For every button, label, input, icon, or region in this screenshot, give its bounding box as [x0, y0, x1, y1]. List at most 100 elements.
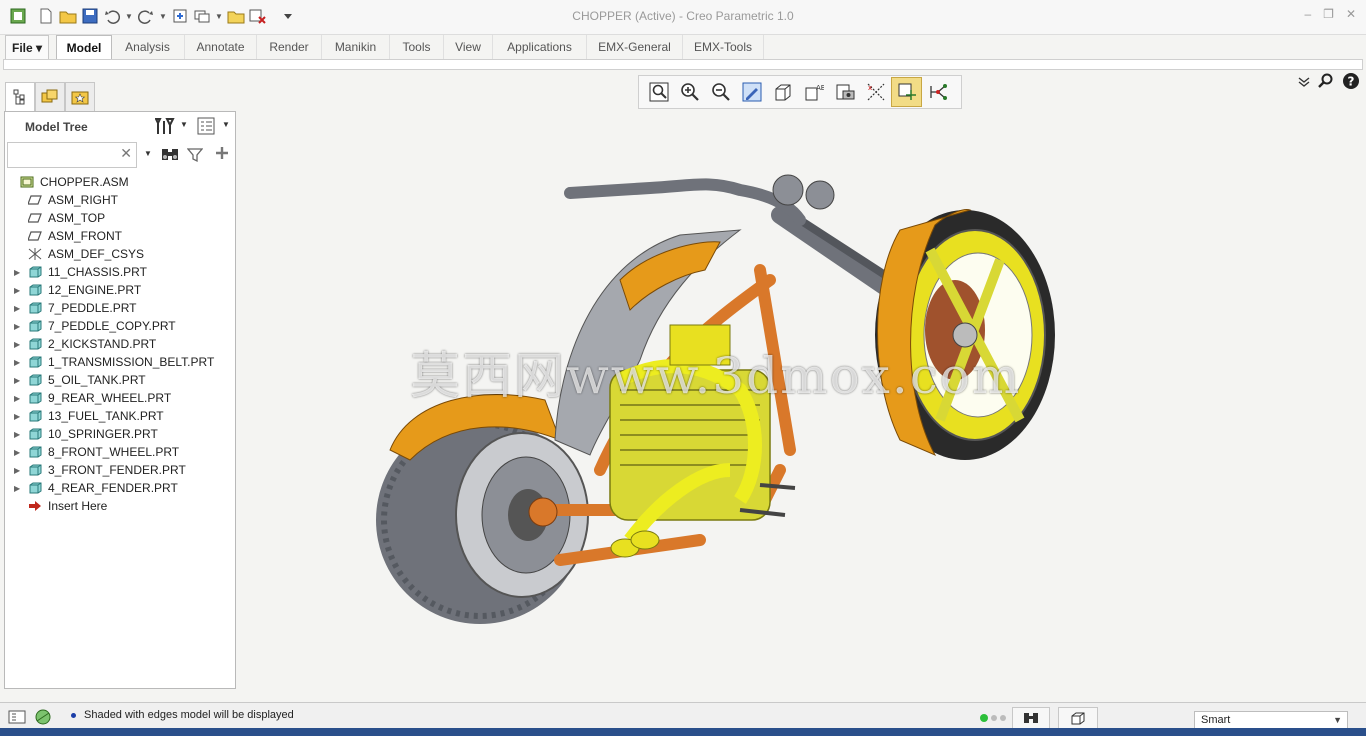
expand-icon[interactable]: ▶ — [14, 358, 24, 367]
expand-icon[interactable]: ▶ — [14, 466, 24, 475]
tree-item[interactable]: ▶ 9_REAR_WHEEL.PRT — [5, 389, 235, 407]
show-navigator-icon[interactable] — [8, 709, 26, 728]
tree-item-label: 7_PEDDLE.PRT — [48, 301, 137, 315]
minimize-ribbon-icon[interactable] — [1298, 75, 1310, 90]
add-column-icon[interactable] — [215, 146, 229, 163]
close-icon[interactable]: ✕ — [1346, 7, 1356, 21]
view-manager-icon[interactable] — [829, 77, 860, 107]
part-icon — [28, 266, 42, 278]
tab-manikin[interactable]: Manikin — [322, 35, 390, 59]
expand-icon[interactable]: ▶ — [14, 286, 24, 295]
show-icon[interactable] — [197, 117, 215, 138]
tree-item[interactable]: Insert Here — [5, 497, 235, 515]
expand-icon[interactable]: ▶ — [14, 322, 24, 331]
tree-item-label: 3_FRONT_FENDER.PRT — [48, 463, 186, 477]
minimize-icon[interactable]: – — [1304, 7, 1311, 21]
help-icon[interactable]: ? — [1342, 72, 1360, 93]
tab-applications[interactable]: Applications — [493, 35, 587, 59]
tree-item-label: ASM_TOP — [48, 211, 106, 225]
expand-icon[interactable]: ▶ — [14, 448, 24, 457]
ribbon-body — [3, 59, 1363, 70]
tree-item-label: 5_OIL_TANK.PRT — [48, 373, 146, 387]
tree-item[interactable]: CHOPPER.ASM — [5, 173, 235, 191]
tree-item[interactable]: ▶ 8_FRONT_WHEEL.PRT — [5, 443, 235, 461]
tree-item[interactable]: ▶ 1_TRANSMISSION_BELT.PRT — [5, 353, 235, 371]
datum-plane-icon — [28, 212, 42, 224]
tree-item[interactable]: ▶ 7_PEDDLE_COPY.PRT — [5, 317, 235, 335]
find-icon[interactable] — [161, 146, 179, 165]
tree-item[interactable]: ▶ 5_OIL_TANK.PRT — [5, 371, 235, 389]
filter-icon[interactable] — [186, 147, 204, 166]
expand-icon[interactable]: ▶ — [14, 376, 24, 385]
expand-icon[interactable]: ▶ — [14, 340, 24, 349]
datum-plane-icon — [28, 194, 42, 206]
tab-emx-tools[interactable]: EMX-Tools — [683, 35, 764, 59]
tab-emx-general[interactable]: EMX-General — [587, 35, 683, 59]
search-icon[interactable] — [1318, 73, 1334, 92]
tab-label: Analysis — [125, 40, 170, 54]
favorites-tab-icon[interactable] — [65, 82, 95, 112]
clear-search-icon[interactable]: ✕ — [120, 145, 132, 162]
spin-center-icon[interactable] — [891, 77, 922, 107]
os-taskbar — [0, 728, 1366, 736]
tab-view[interactable]: View — [444, 35, 493, 59]
tree-item[interactable]: ▶ 2_KICKSTAND.PRT — [5, 335, 235, 353]
expand-icon[interactable]: ▶ — [14, 268, 24, 277]
tab-file[interactable]: File ▾ — [5, 35, 49, 61]
folder-browser-tab-icon[interactable] — [35, 82, 65, 112]
part-icon — [28, 284, 42, 296]
display-style-icon[interactable] — [767, 77, 798, 107]
repaint-icon[interactable] — [736, 77, 767, 107]
tree-item[interactable]: ASM_FRONT — [5, 227, 235, 245]
expand-icon[interactable]: ▶ — [14, 484, 24, 493]
tree-item[interactable]: ASM_RIGHT — [5, 191, 235, 209]
tree-item[interactable]: ▶ 10_SPRINGER.PRT — [5, 425, 235, 443]
tab-analysis[interactable]: Analysis — [111, 35, 185, 59]
tree-item[interactable]: ASM_DEF_CSYS — [5, 245, 235, 263]
expand-icon[interactable]: ▶ — [14, 394, 24, 403]
datum-display-icon[interactable]: x — [860, 77, 891, 107]
show-dropdown-icon[interactable]: ▼ — [222, 120, 230, 129]
part-icon — [28, 464, 42, 476]
saved-views-icon[interactable]: AB — [798, 77, 829, 107]
settings-icon[interactable] — [154, 117, 175, 138]
tree-item[interactable]: ▶ 7_PEDDLE.PRT — [5, 299, 235, 317]
tree-item[interactable]: ASM_TOP — [5, 209, 235, 227]
tab-tools[interactable]: Tools — [390, 35, 444, 59]
zoom-in-icon[interactable] — [674, 77, 705, 107]
tab-label: Model — [66, 41, 102, 55]
tab-label: Annotate — [196, 40, 245, 54]
tree-item[interactable]: ▶ 12_ENGINE.PRT — [5, 281, 235, 299]
tab-render[interactable]: Render — [257, 35, 322, 59]
message-bullet-icon — [71, 713, 76, 718]
insert-arrow-icon — [28, 500, 42, 512]
tree-item[interactable]: ▶ 13_FUEL_TANK.PRT — [5, 407, 235, 425]
zoom-out-icon[interactable] — [705, 77, 736, 107]
expand-icon[interactable]: ▶ — [14, 412, 24, 421]
expand-icon[interactable]: ▶ — [14, 430, 24, 439]
model-tree-header: Model Tree ▼ ▼ — [5, 112, 235, 140]
tree-item[interactable]: ▶ 4_REAR_FENDER.PRT — [5, 479, 235, 497]
tab-annotate[interactable]: Annotate — [185, 35, 257, 59]
tree-item-label: 12_ENGINE.PRT — [48, 283, 142, 297]
model-tree-search-input[interactable]: ✕ — [7, 142, 137, 168]
handlebar[interactable] — [564, 178, 806, 226]
search-dropdown-icon[interactable]: ▼ — [144, 149, 152, 158]
refit-icon[interactable] — [643, 77, 674, 107]
find-status-icon[interactable] — [1012, 707, 1050, 729]
show-browser-icon[interactable] — [34, 709, 52, 728]
tree-item[interactable]: ▶ 11_CHASSIS.PRT — [5, 263, 235, 281]
graphics-window[interactable]: 莫西网www.3dmox.com — [236, 112, 1362, 700]
expand-icon[interactable]: ▶ — [14, 304, 24, 313]
part-icon — [28, 446, 42, 458]
tree-item[interactable]: ▶ 3_FRONT_FENDER.PRT — [5, 461, 235, 479]
restore-icon[interactable]: ❐ — [1323, 7, 1334, 21]
settings-dropdown-icon[interactable]: ▼ — [180, 120, 188, 129]
annotation-display-icon[interactable] — [922, 77, 953, 107]
part-icon — [28, 392, 42, 404]
tab-model[interactable]: Model — [56, 35, 112, 60]
tab-label: Render — [269, 40, 309, 54]
tree-item-label: ASM_RIGHT — [48, 193, 119, 207]
model-tree-tab-icon[interactable] — [5, 82, 35, 112]
geometry-selection-icon[interactable] — [1058, 707, 1098, 729]
